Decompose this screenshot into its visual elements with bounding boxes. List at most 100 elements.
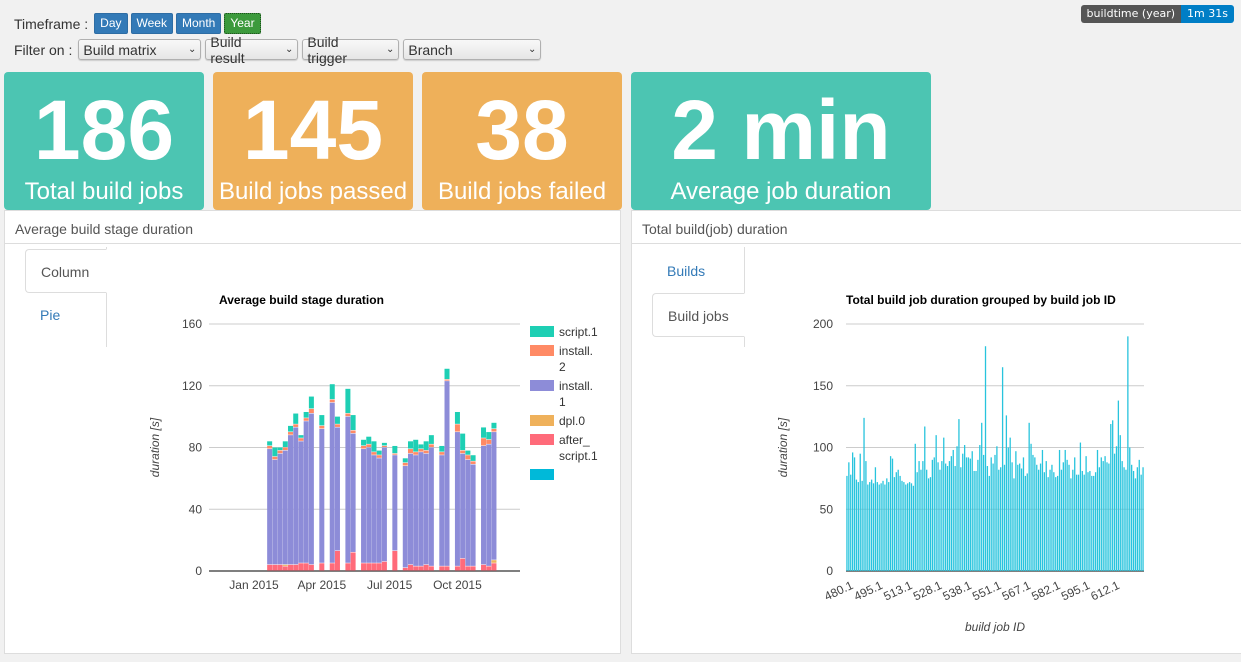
bar-segment-script bbox=[413, 439, 419, 452]
timeframe-day-button[interactable]: Day bbox=[94, 13, 128, 34]
bar-segment-script bbox=[418, 444, 424, 449]
bar bbox=[1081, 470, 1083, 571]
bar bbox=[998, 469, 1000, 571]
branch-select[interactable]: Branch ⌄ bbox=[403, 39, 542, 60]
legend-swatch bbox=[530, 434, 554, 445]
bar-segment-inst2 bbox=[366, 444, 372, 447]
bar bbox=[1085, 456, 1087, 571]
bar bbox=[851, 452, 854, 571]
tab-pie[interactable]: Pie bbox=[25, 293, 106, 337]
build-trigger-select[interactable]: Build trigger ⌄ bbox=[302, 34, 400, 66]
bar-segment-inst2 bbox=[454, 424, 460, 432]
bar bbox=[874, 467, 877, 571]
bar-segment-script bbox=[371, 441, 377, 452]
bar-segment-inst1 bbox=[423, 453, 429, 565]
bar bbox=[1049, 469, 1051, 571]
bar-segment-script bbox=[366, 436, 372, 444]
bar-segment-inst1 bbox=[454, 432, 460, 566]
bar bbox=[1068, 464, 1070, 571]
bar bbox=[950, 456, 952, 571]
bar-segment-script bbox=[491, 422, 497, 429]
bar-segment-after bbox=[282, 566, 288, 571]
bar-segment-script bbox=[454, 411, 460, 424]
bar bbox=[952, 449, 954, 571]
bar-segment-script bbox=[350, 415, 356, 431]
stat-value: 2 min bbox=[671, 83, 891, 177]
chevron-down-icon: ⌄ bbox=[187, 44, 197, 55]
bar bbox=[931, 459, 934, 571]
y-tick-label: 0 bbox=[195, 564, 202, 578]
bar bbox=[884, 484, 886, 571]
bar-segment-script bbox=[308, 396, 314, 409]
bar bbox=[1087, 472, 1089, 571]
bar-segment-script bbox=[361, 439, 367, 446]
build-job-duration-chart: Total build job duration grouped by buil… bbox=[776, 293, 1144, 634]
buildtime-badge[interactable]: buildtime (year) 1m 31s bbox=[1080, 5, 1234, 23]
bar-segment-script bbox=[428, 435, 434, 444]
bar-segment-after bbox=[376, 563, 382, 571]
bar bbox=[1039, 463, 1042, 571]
bar bbox=[941, 461, 943, 571]
bar-segment-after bbox=[392, 550, 398, 571]
bar-segment-inst2 bbox=[272, 456, 278, 460]
bar-segment-inst1 bbox=[293, 427, 299, 565]
bar-segment-inst1 bbox=[267, 449, 273, 565]
bar bbox=[935, 435, 937, 571]
bar bbox=[1134, 478, 1137, 571]
bar-segment-inst1 bbox=[470, 464, 476, 566]
tab-builds[interactable]: Builds bbox=[652, 249, 744, 293]
bar-segment-after bbox=[303, 563, 309, 571]
bar bbox=[903, 482, 905, 571]
bar bbox=[895, 472, 897, 571]
badge-value: 1m 31s bbox=[1181, 5, 1234, 23]
build-result-select[interactable]: Build result ⌄ bbox=[205, 34, 299, 66]
bar-segment-inst1 bbox=[407, 453, 413, 565]
bar bbox=[855, 479, 858, 571]
bar bbox=[888, 482, 890, 571]
bar bbox=[1094, 472, 1097, 571]
bar-segment-script bbox=[267, 441, 273, 446]
y-axis-label: duration [s] bbox=[148, 417, 162, 477]
bar-segment-after bbox=[319, 563, 325, 571]
filter-row: Filter on : Build matrix ⌄ Build result … bbox=[14, 34, 545, 66]
bar bbox=[1009, 437, 1011, 571]
bar-segment-inst2 bbox=[392, 453, 398, 455]
bar bbox=[943, 437, 945, 571]
bar-segment-inst1 bbox=[418, 452, 424, 566]
bar-segment-script bbox=[376, 450, 382, 455]
tab-build-jobs[interactable]: Build jobs bbox=[652, 293, 745, 337]
bar-segment-after bbox=[350, 552, 356, 571]
bar bbox=[1017, 464, 1019, 571]
bar bbox=[1000, 467, 1002, 571]
legend-swatch bbox=[530, 345, 554, 356]
chevron-down-icon: ⌄ bbox=[284, 44, 294, 55]
legend-swatch bbox=[530, 415, 554, 426]
bar-segment-inst1 bbox=[308, 413, 314, 565]
bar-segment-inst1 bbox=[282, 450, 288, 565]
bar-segment-after bbox=[470, 566, 476, 571]
bar-segment-inst1 bbox=[350, 433, 356, 552]
timeframe-month-button[interactable]: Month bbox=[175, 13, 222, 34]
bar bbox=[886, 478, 888, 571]
bar bbox=[960, 467, 962, 571]
y-tick-label: 0 bbox=[826, 564, 833, 578]
bar bbox=[1100, 457, 1102, 571]
bar-segment-inst2 bbox=[423, 450, 429, 454]
y-axis-label: duration [s] bbox=[776, 417, 790, 477]
build-matrix-select[interactable]: Build matrix ⌄ bbox=[78, 39, 202, 60]
timeframe-year-button[interactable]: Year bbox=[224, 13, 261, 34]
bar bbox=[962, 453, 964, 571]
bar-segment-script bbox=[293, 413, 299, 424]
bar bbox=[1091, 475, 1093, 571]
timeframe-week-button[interactable]: Week bbox=[130, 13, 173, 34]
bar-segment-inst2 bbox=[486, 439, 492, 444]
stat-card-jobs-failed: 38 Build jobs failed bbox=[422, 72, 622, 210]
bar bbox=[984, 346, 987, 571]
bar bbox=[1062, 462, 1064, 571]
bar bbox=[1011, 462, 1013, 571]
bar bbox=[870, 479, 873, 571]
tab-column[interactable]: Column bbox=[25, 249, 107, 293]
bar-segment-inst1 bbox=[303, 421, 309, 563]
x-tick-label: 528.1 bbox=[911, 578, 944, 604]
stat-value: 145 bbox=[242, 83, 384, 177]
